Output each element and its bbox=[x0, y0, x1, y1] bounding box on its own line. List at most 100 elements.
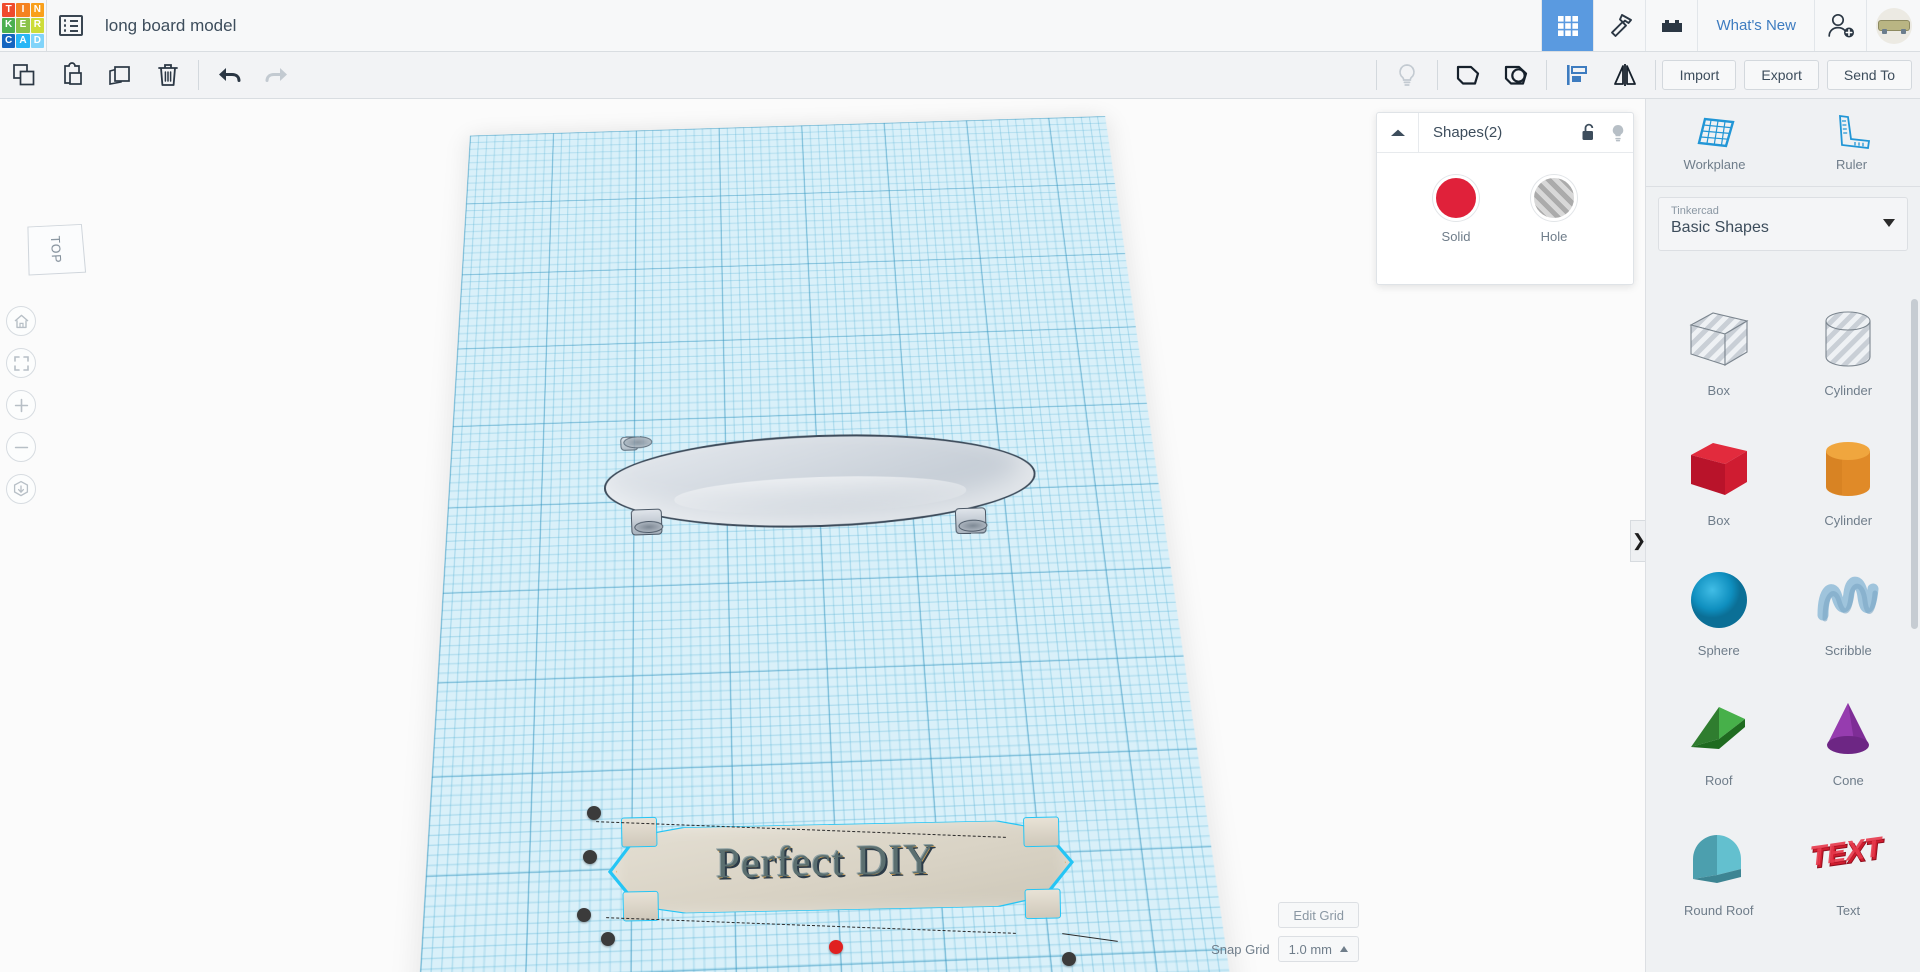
logo-tile-c: C bbox=[2, 33, 16, 48]
logo-tile-i: I bbox=[16, 3, 30, 18]
solid-option[interactable]: Solid bbox=[1433, 175, 1479, 244]
export-button[interactable]: Export bbox=[1744, 60, 1819, 90]
hole-label: Hole bbox=[1540, 229, 1568, 244]
shapes-inspector-panel: Shapes(2) Solid Hole bbox=[1376, 112, 1634, 285]
height-handle[interactable] bbox=[829, 940, 843, 954]
grey-longboard[interactable] bbox=[602, 427, 1038, 546]
shape-scribble[interactable]: Scribble bbox=[1784, 555, 1914, 685]
snap-grid-select[interactable]: 1.0 mm bbox=[1277, 936, 1359, 962]
user-avatar[interactable] bbox=[1866, 0, 1920, 51]
grid-view-button[interactable] bbox=[1541, 0, 1594, 51]
duplicate-icon bbox=[109, 66, 130, 85]
shape-sphere[interactable]: Sphere bbox=[1654, 555, 1784, 685]
group-icon bbox=[1457, 65, 1480, 85]
shape-box-hole-label: Box bbox=[1707, 383, 1730, 398]
redo-icon bbox=[265, 68, 287, 82]
ruler-tool[interactable]: Ruler bbox=[1783, 99, 1920, 186]
hole-swatch[interactable] bbox=[1531, 175, 1577, 221]
send-to-button[interactable]: Send To bbox=[1826, 60, 1912, 90]
shape-library-grid[interactable]: Box Cylinder Box Cylinder Sphere Scribble Roo… bbox=[1646, 281, 1920, 971]
box-red-icon bbox=[1683, 435, 1755, 505]
logo-tile-t: T bbox=[2, 3, 16, 18]
delete-button[interactable] bbox=[144, 52, 192, 99]
workplane-tool[interactable]: Workplane bbox=[1646, 99, 1783, 186]
light-bulb-button[interactable] bbox=[1383, 52, 1431, 99]
toolbar-separator-5 bbox=[1655, 60, 1657, 90]
shape-cone[interactable]: Cone bbox=[1784, 685, 1914, 815]
edit-grid-button[interactable]: Edit Grid bbox=[1278, 902, 1359, 928]
redo-button[interactable] bbox=[253, 52, 301, 99]
bulb-icon bbox=[1399, 64, 1416, 86]
align-button[interactable] bbox=[1553, 52, 1601, 99]
grey-longboard-wheel-rear bbox=[954, 507, 987, 535]
resize-handle-bottom-right[interactable] bbox=[1062, 952, 1076, 966]
selected-longboard[interactable]: Perfect DIY bbox=[597, 812, 1085, 924]
home-icon bbox=[14, 314, 28, 328]
blocks-button[interactable] bbox=[1645, 0, 1697, 51]
solid-swatch[interactable] bbox=[1433, 175, 1479, 221]
ungroup-button[interactable] bbox=[1492, 52, 1540, 99]
avatar-board-graphic bbox=[1878, 21, 1909, 34]
mirror-button[interactable] bbox=[1601, 52, 1649, 99]
account-button[interactable] bbox=[1814, 0, 1866, 51]
paste-button[interactable] bbox=[48, 52, 96, 99]
shape-cylinder-hole[interactable]: Cylinder bbox=[1784, 295, 1914, 425]
whats-new-link[interactable]: What's New bbox=[1697, 0, 1814, 51]
zoom-in-button[interactable] bbox=[6, 390, 36, 420]
unlock-icon bbox=[1582, 123, 1593, 140]
ruler-icon bbox=[1838, 114, 1870, 149]
copy-icon bbox=[13, 64, 35, 86]
cylinder-orange-icon bbox=[1814, 435, 1882, 505]
undo-button[interactable] bbox=[205, 52, 253, 99]
truck-rear-right bbox=[1024, 888, 1062, 920]
scribble-icon bbox=[1813, 565, 1883, 635]
cylinder-hatched-icon bbox=[1814, 305, 1882, 375]
resize-handle-mid-left[interactable] bbox=[583, 850, 597, 864]
group-button[interactable] bbox=[1444, 52, 1492, 99]
caret-up-icon bbox=[1390, 129, 1405, 136]
codeblocks-button[interactable] bbox=[1593, 0, 1645, 51]
box-hatched-icon bbox=[1683, 305, 1755, 375]
workplane-icon bbox=[1697, 117, 1735, 148]
shape-text[interactable]: TEXT TEXT Text bbox=[1784, 815, 1914, 945]
home-view-button[interactable] bbox=[6, 306, 36, 336]
import-button[interactable]: Import bbox=[1662, 60, 1737, 90]
resize-handle-corner-left[interactable] bbox=[601, 932, 615, 946]
avatar-image bbox=[1875, 7, 1912, 44]
mirror-icon bbox=[1614, 64, 1637, 86]
bulb-icon bbox=[1612, 124, 1624, 141]
resize-handle-top-left[interactable] bbox=[587, 806, 601, 820]
shape-roof[interactable]: Roof bbox=[1654, 685, 1784, 815]
toolbar-separator-3 bbox=[1437, 60, 1439, 90]
shape-cylinder[interactable]: Cylinder bbox=[1784, 425, 1914, 555]
sidebar-scrollbar[interactable] bbox=[1911, 299, 1918, 629]
toolbar-separator-4 bbox=[1546, 60, 1548, 90]
shape-cylinder-label: Cylinder bbox=[1824, 513, 1873, 528]
list-icon bbox=[59, 15, 83, 36]
zoom-out-button[interactable] bbox=[6, 432, 36, 462]
documents-button[interactable] bbox=[47, 0, 83, 51]
view-cube-label: TOP bbox=[47, 235, 65, 264]
shapes-panel-lock-button[interactable] bbox=[1573, 123, 1603, 142]
hole-option[interactable]: Hole bbox=[1531, 175, 1577, 244]
shapes-panel-bulb-button[interactable] bbox=[1603, 123, 1633, 143]
duplicate-button[interactable] bbox=[96, 52, 144, 99]
shape-box[interactable]: Box bbox=[1654, 425, 1784, 555]
shape-library-select[interactable]: Tinkercad Basic Shapes bbox=[1658, 197, 1908, 251]
shape-box-hole[interactable]: Box bbox=[1654, 295, 1784, 425]
board-text: Perfect DIY bbox=[715, 836, 936, 888]
cube-arrow-icon bbox=[13, 480, 29, 497]
resize-handle-bottom-left[interactable] bbox=[577, 908, 591, 922]
project-title[interactable]: long board model bbox=[83, 0, 236, 51]
ortho-toggle-button[interactable] bbox=[6, 474, 36, 504]
view-cube[interactable]: TOP bbox=[27, 223, 87, 276]
shape-round-roof[interactable]: Round Roof bbox=[1654, 815, 1784, 945]
cone-purple-icon bbox=[1815, 695, 1881, 765]
shapes-sidebar: Workplane Ruler Tinkercad Basic Shapes B… bbox=[1645, 99, 1920, 972]
shapes-panel-collapse-button[interactable] bbox=[1377, 112, 1419, 153]
copy-button[interactable] bbox=[0, 52, 48, 99]
chevron-down-icon bbox=[1883, 219, 1895, 227]
tinkercad-logo[interactable]: TINKERCAD bbox=[0, 0, 46, 52]
shapes-panel-title: Shapes(2) bbox=[1433, 124, 1503, 141]
fit-view-button[interactable] bbox=[6, 348, 36, 378]
